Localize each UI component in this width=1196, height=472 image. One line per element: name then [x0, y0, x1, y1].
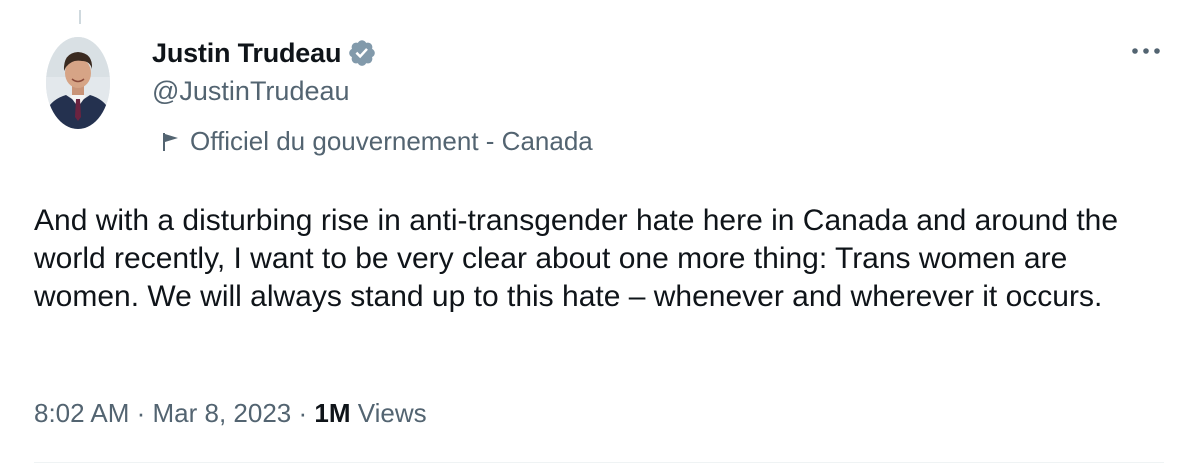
tweet-meta: 8:02 AM · Mar 8, 2023 · 1M Views — [34, 398, 427, 429]
tweet-text: And with a disturbing rise in anti-trans… — [34, 204, 1119, 313]
author-name[interactable]: Justin Trudeau — [152, 38, 341, 69]
views-label: Views — [350, 398, 427, 428]
tweet-date[interactable]: Mar 8, 2023 — [153, 398, 292, 429]
flag-icon — [163, 132, 178, 151]
author-handle[interactable]: @JustinTrudeau — [152, 76, 350, 107]
divider — [34, 462, 1164, 463]
verified-badge-icon — [347, 38, 377, 68]
more-button[interactable] — [1128, 40, 1164, 62]
author-name-row: Justin Trudeau — [152, 36, 377, 70]
views-count: 1M — [314, 398, 351, 428]
affiliation-label: Officiel du gouvernement - Canada — [190, 126, 593, 156]
government-affiliation: Officiel du gouvernement - Canada — [162, 126, 593, 157]
meta-separator: · — [129, 398, 153, 428]
tweet-time[interactable]: 8:02 AM — [34, 398, 129, 429]
meta-separator: · — [291, 398, 315, 428]
avatar[interactable] — [46, 37, 110, 129]
thread-connector-line — [79, 10, 81, 24]
more-icon — [1132, 48, 1160, 54]
